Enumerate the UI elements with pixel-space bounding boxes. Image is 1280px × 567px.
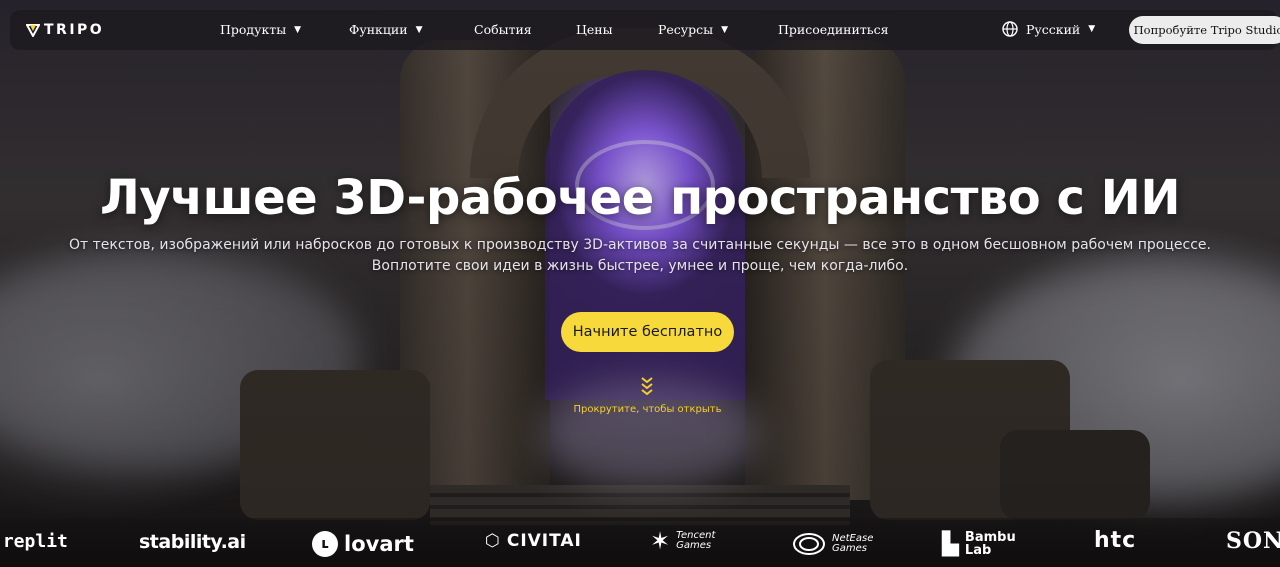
netease-icon: [793, 533, 825, 555]
sony-logo: SONY: [1226, 528, 1280, 554]
brand-name: replit: [2, 531, 68, 552]
start-free-button[interactable]: Начните бесплатно: [561, 312, 734, 352]
caret-down-icon: ▼: [721, 24, 729, 35]
brand-name-line2: Games: [676, 540, 712, 551]
tencent-icon: ✶: [650, 527, 671, 555]
chevrons-down-icon[interactable]: [640, 376, 654, 396]
brand-name: SONY: [1226, 528, 1280, 554]
lovart-logo: ʟ lovart: [312, 531, 414, 557]
brand-name: lovart: [344, 532, 414, 556]
brand-name: stability.ai: [139, 531, 246, 553]
caret-down-icon: ▼: [1088, 24, 1096, 34]
tencent-games-logo: ✶ Tencent Games: [650, 527, 715, 555]
hero-subtitle: От текстов, изображений или набросков до…: [69, 237, 1211, 253]
hero-subtitle-secondary: Воплотите свои идеи в жизнь быстрее, умн…: [371, 258, 909, 274]
replit-logo: ◧ replit: [0, 531, 68, 552]
language-label: Русский: [1026, 21, 1081, 37]
hero-title: Лучшее 3D-рабочее пространство с ИИ: [99, 170, 1181, 226]
nav-item-label: Ресурсы: [658, 22, 714, 37]
scroll-hint[interactable]: Прокрутите, чтобы открыть: [0, 404, 1280, 415]
try-tripo-studio-button[interactable]: Попробуйте Tripo Studio: [1129, 16, 1280, 44]
caret-down-icon: ▼: [415, 24, 423, 35]
nav-item-label: События: [474, 22, 532, 37]
brand-name: htc: [1094, 528, 1137, 553]
nav-item-label: Функции: [349, 22, 408, 37]
bambu-icon: ▙: [942, 531, 959, 557]
nav-item-products[interactable]: Продукты ▼: [220, 22, 301, 37]
htc-logo: htc: [1094, 528, 1136, 553]
tripo-logo[interactable]: TRIPO: [26, 22, 104, 38]
stability-ai-logo: stability.ai: [139, 531, 246, 553]
partner-logos-strip: ◧ replit stability.ai ʟ lovart ⬡ CIVITAI…: [0, 518, 1280, 567]
tripo-logo-icon: [26, 24, 40, 37]
caret-down-icon: ▼: [294, 24, 302, 35]
netease-games-logo: NetEase Games: [792, 531, 873, 557]
logo-text: TRIPO: [44, 22, 105, 38]
nav-item-events[interactable]: События: [474, 22, 532, 37]
hero-background-image: [0, 0, 1280, 567]
globe-icon: [1002, 21, 1018, 37]
lovart-icon: ʟ: [312, 531, 338, 557]
nav-item-resources[interactable]: Ресурсы ▼: [658, 22, 728, 37]
nav-item-label: Цены: [576, 22, 613, 37]
civitai-icon: ⬡: [485, 531, 501, 551]
nav-item-label: Продукты: [220, 22, 287, 37]
bambu-lab-logo: ▙ Bambu Lab: [942, 531, 1016, 557]
civitai-logo: ⬡ CIVITAI: [485, 531, 582, 551]
brand-name: CIVITAI: [506, 531, 582, 551]
brand-name-line2: Games: [832, 543, 867, 554]
nav-item-pricing[interactable]: Цены: [576, 22, 613, 37]
nav-item-features[interactable]: Функции ▼: [349, 22, 423, 37]
language-selector[interactable]: Русский ▼: [1002, 21, 1095, 37]
top-navigation-bar: TRIPO Продукты ▼ Функции ▼ События Цены …: [10, 10, 1280, 50]
brand-name-line2: Lab: [964, 543, 992, 558]
nav-item-join[interactable]: Присоединиться: [778, 22, 888, 37]
nav-item-label: Присоединиться: [778, 22, 889, 37]
